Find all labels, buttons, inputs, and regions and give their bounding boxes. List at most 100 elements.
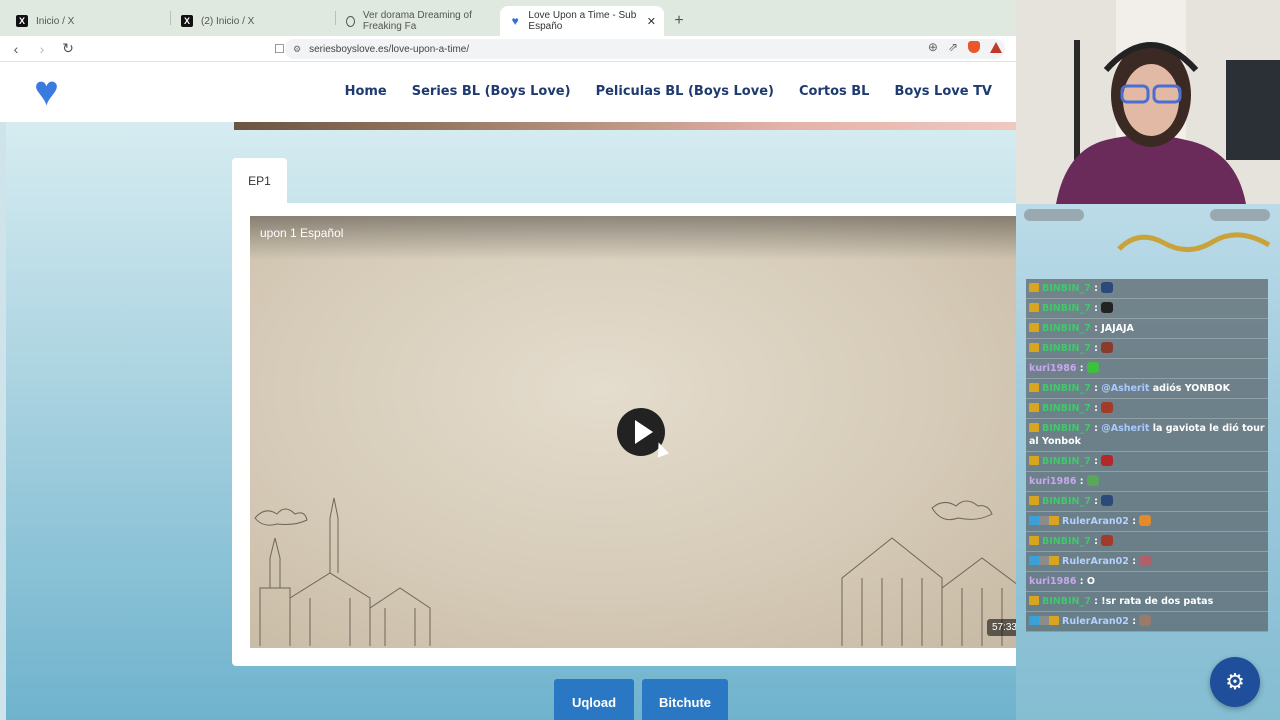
chat-message: BINBIN_7 :: [1026, 279, 1268, 299]
user-badges-icon: [1029, 516, 1059, 525]
chat-username[interactable]: kuri1986: [1029, 363, 1076, 374]
chat-separator: :: [1090, 323, 1102, 334]
close-tab-icon[interactable]: ✕: [647, 15, 656, 28]
chat-emote-icon: [1086, 362, 1099, 373]
tab-title: (2) Inicio / X: [201, 15, 255, 27]
chat-emote-icon: [1139, 615, 1152, 626]
browser-tab-3[interactable]: Ver dorama Dreaming of Freaking Fa: [336, 6, 500, 36]
chat-separator: :: [1128, 516, 1140, 527]
chat-emote-icon: [1101, 282, 1114, 293]
chat-text: JAJAJA: [1101, 323, 1134, 334]
video-title: upon 1 Español: [260, 226, 344, 240]
reload-icon[interactable]: ↻: [58, 40, 78, 57]
heart-icon: ♥: [511, 14, 519, 28]
video-player[interactable]: upon 1 Español 57:33: [250, 216, 1032, 648]
chat-username[interactable]: BINBIN_7: [1042, 596, 1091, 607]
chat-separator: :: [1090, 303, 1102, 314]
chat-emote-icon: [1139, 515, 1152, 526]
browser-tab-1[interactable]: X Inicio / X: [6, 6, 170, 36]
chat-separator: :: [1090, 343, 1102, 354]
site-settings-icon[interactable]: ⚙: [293, 44, 301, 55]
chat-emote-icon: [1101, 302, 1114, 313]
tab-episode-1[interactable]: EP1: [232, 158, 287, 204]
tab-title: Ver dorama Dreaming of Freaking Fa: [362, 10, 472, 32]
new-tab-button[interactable]: +: [664, 6, 694, 36]
chat-mention: @Asherit: [1101, 383, 1150, 394]
banner-image-strip: [234, 122, 1016, 130]
nav-cortos-bl[interactable]: Cortos BL: [799, 84, 869, 99]
chat-username[interactable]: BINBIN_7: [1042, 283, 1091, 294]
crown-badge-icon: [1029, 423, 1039, 432]
zoom-icon[interactable]: ⊕: [928, 40, 938, 54]
globe-icon: [346, 15, 355, 27]
share-icon[interactable]: ⇗: [948, 40, 958, 54]
chat-text: adiós YONBOK: [1152, 383, 1230, 394]
temple-sketch-left: [254, 497, 431, 646]
chat-emote-icon: [1101, 402, 1114, 413]
chat-text: !sr rata de dos patas: [1101, 596, 1214, 607]
chat-text: O: [1086, 576, 1095, 587]
chat-username[interactable]: RulerAran02: [1062, 556, 1129, 567]
chat-message: RulerAran02 :: [1026, 612, 1268, 632]
chat-separator: :: [1076, 576, 1087, 587]
server-bitchute-button[interactable]: Bitchute: [642, 679, 728, 720]
rewards-icon[interactable]: [990, 41, 1002, 53]
url-field[interactable]: ⚙ seriesboyslove.es/love-upon-a-time/: [285, 39, 1005, 59]
chat-separator: :: [1090, 403, 1102, 414]
back-arrow-icon[interactable]: ‹: [6, 41, 26, 57]
brave-shield-icon[interactable]: [968, 41, 980, 53]
chat-username[interactable]: BINBIN_7: [1042, 456, 1091, 467]
chat-username[interactable]: kuri1986: [1029, 476, 1076, 487]
chat-message: RulerAran02 :: [1026, 552, 1268, 572]
chat-emote-icon: [1101, 455, 1114, 466]
chat-username[interactable]: BINBIN_7: [1042, 496, 1091, 507]
chat-username[interactable]: BINBIN_7: [1042, 423, 1091, 434]
site-logo-heart-icon[interactable]: ♥: [34, 70, 59, 112]
chat-username[interactable]: BINBIN_7: [1042, 536, 1091, 547]
chat-message: kuri1986 : O: [1026, 572, 1268, 592]
chat-username[interactable]: BINBIN_7: [1042, 303, 1091, 314]
site-header: ♥ Home Series BL (Boys Love) Peliculas B…: [0, 62, 1016, 122]
tab-title: Love Upon a Time - Sub Españo: [528, 10, 637, 32]
user-badges-icon: [1029, 616, 1059, 625]
bookmark-icon[interactable]: ☐: [274, 42, 285, 56]
settings-gear-button[interactable]: ⚙: [1210, 657, 1260, 707]
chat-header-decor: [1024, 209, 1271, 252]
chat-separator: :: [1090, 536, 1102, 547]
browser-tab-bar: X Inicio / X X (2) Inicio / X Ver dorama…: [0, 0, 1016, 36]
chat-separator: :: [1076, 363, 1087, 374]
chat-separator: :: [1090, 496, 1102, 507]
nav-peliculas-bl[interactable]: Peliculas BL (Boys Love): [596, 84, 774, 99]
chat-username[interactable]: kuri1986: [1029, 576, 1076, 587]
tab-title: Inicio / X: [36, 15, 75, 27]
browser-tab-2[interactable]: X (2) Inicio / X: [171, 6, 335, 36]
crown-badge-icon: [1029, 343, 1039, 352]
address-bar-row: ‹ › ↻ ☐ ⚙ seriesboyslove.es/love-upon-a-…: [0, 36, 1016, 62]
chat-username[interactable]: RulerAran02: [1062, 516, 1129, 527]
chat-username[interactable]: BINBIN_7: [1042, 343, 1091, 354]
nav-series-bl[interactable]: Series BL (Boys Love): [412, 84, 571, 99]
chat-separator: :: [1090, 456, 1102, 467]
chat-username[interactable]: RulerAran02: [1062, 616, 1129, 627]
chat-message: RulerAran02 :: [1026, 512, 1268, 532]
chat-username[interactable]: BINBIN_7: [1042, 323, 1091, 334]
chat-separator: :: [1076, 476, 1087, 487]
chat-separator: :: [1090, 596, 1102, 607]
chat-username[interactable]: BINBIN_7: [1042, 383, 1091, 394]
episode-tab-label: EP1: [248, 174, 271, 188]
browser-tab-4-active[interactable]: ♥ Love Upon a Time - Sub Españo ✕: [500, 6, 664, 36]
crown-badge-icon: [1029, 403, 1039, 412]
chat-message: kuri1986 :: [1026, 472, 1268, 492]
user-badges-icon: [1029, 556, 1059, 565]
crown-badge-icon: [1029, 496, 1039, 505]
streamer-webcam: [1016, 0, 1280, 204]
nav-boys-love-tv[interactable]: Boys Love TV: [894, 84, 992, 99]
chat-username[interactable]: BINBIN_7: [1042, 403, 1091, 414]
nav-home[interactable]: Home: [345, 84, 387, 99]
server-uqload-button[interactable]: Uqload: [554, 679, 634, 720]
chat-separator: :: [1128, 556, 1140, 567]
x-logo-icon: X: [181, 15, 193, 27]
chat-separator: :: [1090, 423, 1102, 434]
forward-arrow-icon[interactable]: ›: [32, 41, 52, 57]
chat-message-list: BINBIN_7 : BINBIN_7 : BINBIN_7 : JAJAJA B…: [1026, 279, 1268, 632]
